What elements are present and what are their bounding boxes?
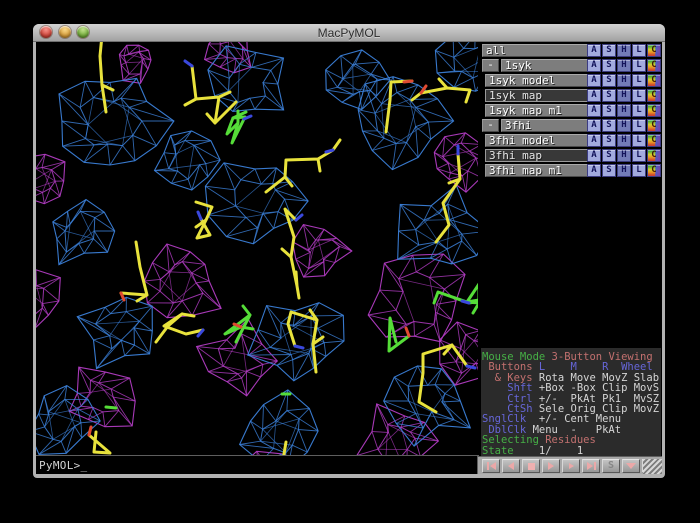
label-menu-button[interactable]: L	[632, 164, 646, 177]
object-name-3fhi-map-m1[interactable]: 3fhi_map_m1	[485, 164, 591, 177]
color-menu-button[interactable]: C	[647, 44, 661, 57]
color-menu-button[interactable]: C	[647, 89, 661, 102]
step-forward-icon	[569, 463, 574, 469]
hide-menu-button[interactable]: H	[617, 164, 631, 177]
object-name-3fhi-map[interactable]: 3fhi_map	[485, 149, 591, 162]
object-name-3fhi[interactable]: 3fhi	[501, 119, 591, 132]
show-menu-button[interactable]: S	[602, 44, 616, 57]
playback-strip: S F	[477, 456, 662, 474]
skip-start-icon	[490, 462, 496, 470]
color-menu-button[interactable]: C	[647, 119, 661, 132]
object-name-1syk-model[interactable]: 1syk_model	[485, 74, 591, 87]
object-row-1syk-map: 1syk_map A S H L C	[481, 89, 662, 102]
object-row-3fhi-map-m1: 3fhi_map_m1 A S H L C	[481, 164, 662, 177]
show-menu-button[interactable]: S	[602, 89, 616, 102]
label-menu-button[interactable]: L	[632, 44, 646, 57]
viewport-3d[interactable]	[36, 42, 478, 455]
action-menu-button[interactable]: A	[587, 104, 601, 117]
mouse-mode-panel: Mouse Mode 3-Button Viewing Buttons L M …	[481, 348, 661, 456]
stop-button[interactable]	[522, 459, 540, 473]
object-name-1syk[interactable]: 1syk	[501, 59, 591, 72]
label-menu-button[interactable]: L	[632, 119, 646, 132]
object-row-3fhi-map: 3fhi_map A S H L C	[481, 149, 662, 162]
label-menu-button[interactable]: L	[632, 149, 646, 162]
step-back-button[interactable]	[502, 459, 520, 473]
object-row-1syk-model: 1syk_model A S H L C	[481, 74, 662, 87]
show-menu-button[interactable]: S	[602, 164, 616, 177]
color-menu-button[interactable]: C	[647, 134, 661, 147]
object-name-1syk-map[interactable]: 1syk_map	[485, 89, 591, 102]
label-menu-button[interactable]: L	[632, 104, 646, 117]
s-button[interactable]: S	[602, 459, 620, 473]
action-menu-button[interactable]: A	[587, 119, 601, 132]
label-menu-button[interactable]: L	[632, 74, 646, 87]
color-menu-button[interactable]: C	[647, 104, 661, 117]
color-menu-button[interactable]: C	[647, 164, 661, 177]
hide-menu-button[interactable]: H	[617, 134, 631, 147]
rewind-to-start-button[interactable]	[482, 459, 500, 473]
color-menu-button[interactable]: C	[647, 74, 661, 87]
collapse-group-icon[interactable]: -	[482, 119, 499, 132]
hide-menu-button[interactable]: H	[617, 59, 631, 72]
action-menu-button[interactable]: A	[587, 59, 601, 72]
object-row-1syk-map-m1: 1syk_map_m1 A S H L C	[481, 104, 662, 117]
chevron-down-icon	[626, 463, 636, 469]
action-menu-button[interactable]: A	[587, 149, 601, 162]
step-back-icon	[508, 462, 514, 470]
state-label: State	[482, 445, 514, 457]
skip-end-icon	[587, 462, 593, 470]
object-name-3fhi-model[interactable]: 3fhi_model	[485, 134, 591, 147]
title-bar[interactable]: MacPyMOL	[33, 24, 665, 42]
resize-grip[interactable]	[643, 459, 662, 474]
show-menu-button[interactable]: S	[602, 149, 616, 162]
object-name-all[interactable]: all	[482, 44, 591, 57]
hide-menu-button[interactable]: H	[617, 89, 631, 102]
show-menu-button[interactable]: S	[602, 74, 616, 87]
show-menu-button[interactable]: S	[602, 134, 616, 147]
show-menu-button[interactable]: S	[602, 59, 616, 72]
object-row-all: all A S H L C	[481, 44, 662, 57]
state-value: 1/ 1	[514, 445, 584, 457]
play-button[interactable]	[542, 459, 560, 473]
action-menu-button[interactable]: A	[587, 44, 601, 57]
action-menu-button[interactable]: A	[587, 74, 601, 87]
hide-menu-button[interactable]: H	[617, 74, 631, 87]
label-menu-button[interactable]: L	[632, 134, 646, 147]
object-row-3fhi-model: 3fhi_model A S H L C	[481, 134, 662, 147]
skip-end-icon	[594, 462, 596, 470]
stop-icon	[528, 463, 535, 470]
skip-start-icon	[487, 462, 489, 470]
object-name-1syk-map-m1[interactable]: 1syk_map_m1	[485, 104, 591, 117]
fast-forward-to-end-button[interactable]	[582, 459, 600, 473]
hide-menu-button[interactable]: H	[617, 149, 631, 162]
action-menu-button[interactable]: A	[587, 164, 601, 177]
hide-menu-button[interactable]: H	[617, 104, 631, 117]
hide-menu-button[interactable]: H	[617, 44, 631, 57]
play-icon	[548, 462, 554, 470]
show-menu-button[interactable]: S	[602, 104, 616, 117]
gl-canvas: PyMOL>_ all A S H L C - 1syk A S H L C	[36, 42, 662, 474]
hide-menu-button[interactable]: H	[617, 119, 631, 132]
step-forward-button[interactable]	[562, 459, 580, 473]
action-menu-button[interactable]: A	[587, 134, 601, 147]
color-menu-button[interactable]: C	[647, 149, 661, 162]
color-menu-button[interactable]: C	[647, 59, 661, 72]
label-menu-button[interactable]: L	[632, 89, 646, 102]
collapse-group-icon[interactable]: -	[482, 59, 499, 72]
macpymol-window: MacPyMOL PyMOL>_ all A S H L C - 1syk A …	[33, 24, 665, 478]
command-input[interactable]: PyMOL>_	[39, 459, 87, 472]
show-menu-button[interactable]: S	[602, 119, 616, 132]
menu-dropdown-button[interactable]	[622, 459, 640, 473]
object-row-1syk: - 1syk A S H L C	[481, 59, 662, 72]
object-row-3fhi: - 3fhi A S H L C	[481, 119, 662, 132]
viewport-divider	[36, 455, 479, 456]
window-title: MacPyMOL	[33, 26, 665, 40]
label-menu-button[interactable]: L	[632, 59, 646, 72]
state-line[interactable]: State 1/ 1	[482, 446, 661, 456]
action-menu-button[interactable]: A	[587, 89, 601, 102]
